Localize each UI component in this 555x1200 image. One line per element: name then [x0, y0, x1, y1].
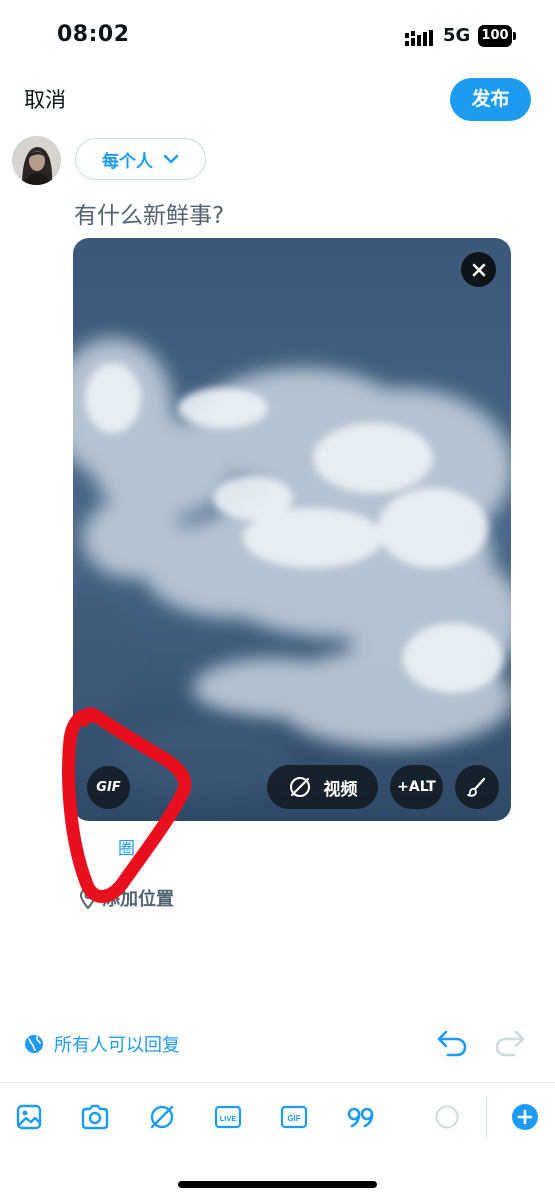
status-time: 08:02	[57, 22, 130, 47]
live-icon: LIVE	[214, 1105, 242, 1129]
camera-button[interactable]	[78, 1100, 112, 1134]
video-off-icon	[150, 1105, 174, 1129]
remove-media-button[interactable]	[461, 252, 496, 287]
quote-icon	[347, 1107, 374, 1128]
sky-photo	[73, 238, 511, 821]
video-off-button[interactable]	[145, 1100, 179, 1134]
add-location-label: 添加位置	[102, 889, 174, 910]
globe-icon	[25, 1035, 43, 1053]
media-preview	[73, 238, 511, 821]
cancel-button[interactable]: 取消	[24, 84, 66, 114]
signal-icon	[405, 30, 433, 46]
toolbar-divider	[0, 1082, 555, 1083]
live-label: LIVE	[220, 1114, 237, 1123]
gif-toolbar-label: GIF	[287, 1114, 300, 1123]
network-type: 5G	[443, 25, 471, 46]
add-icon	[512, 1104, 538, 1130]
redo-icon[interactable]	[494, 1028, 526, 1058]
publish-button[interactable]: 发布	[450, 78, 531, 121]
close-icon	[472, 263, 485, 276]
camera-icon	[81, 1104, 109, 1130]
post-text-input[interactable]: 有什么新鲜事?	[74, 196, 224, 230]
character-progress	[430, 1100, 464, 1134]
reply-permission-label: 所有人可以回复	[54, 1035, 180, 1056]
video-off-icon	[289, 777, 310, 797]
undo-icon[interactable]	[436, 1028, 468, 1058]
image-icon	[16, 1104, 42, 1130]
location-pin-icon	[79, 887, 97, 909]
live-button[interactable]: LIVE	[211, 1100, 245, 1134]
gif-button[interactable]: GIF	[277, 1100, 311, 1134]
chevron-down-icon	[163, 154, 179, 164]
avatar[interactable]	[12, 136, 61, 185]
edit-media-button[interactable]	[455, 765, 499, 809]
tag-people-link[interactable]: 圈	[118, 834, 135, 859]
audience-selector[interactable]: 每个人	[75, 138, 206, 180]
toolbar-separator	[486, 1097, 487, 1137]
add-alt-text-button[interactable]: +ALT	[390, 765, 443, 809]
battery-level: 100	[478, 25, 512, 47]
add-location-button[interactable]: 添加位置	[78, 885, 174, 911]
gif-icon: GIF	[280, 1105, 308, 1129]
convert-to-video-button[interactable]: 视频	[267, 765, 378, 809]
progress-circle-icon	[435, 1105, 459, 1129]
home-indicator	[178, 1181, 377, 1188]
gif-toggle-button[interactable]: GIF	[87, 766, 130, 809]
image-button[interactable]	[12, 1100, 46, 1134]
video-label: 视频	[323, 779, 358, 800]
add-thread-button[interactable]	[508, 1100, 542, 1134]
gif-label: GIF	[96, 780, 121, 795]
quote-button[interactable]	[344, 1100, 378, 1134]
battery-icon: 100	[478, 25, 518, 47]
brush-icon	[467, 777, 486, 797]
reply-permission-button[interactable]: 所有人可以回复	[24, 1031, 180, 1057]
audience-label: 每个人	[102, 151, 153, 172]
